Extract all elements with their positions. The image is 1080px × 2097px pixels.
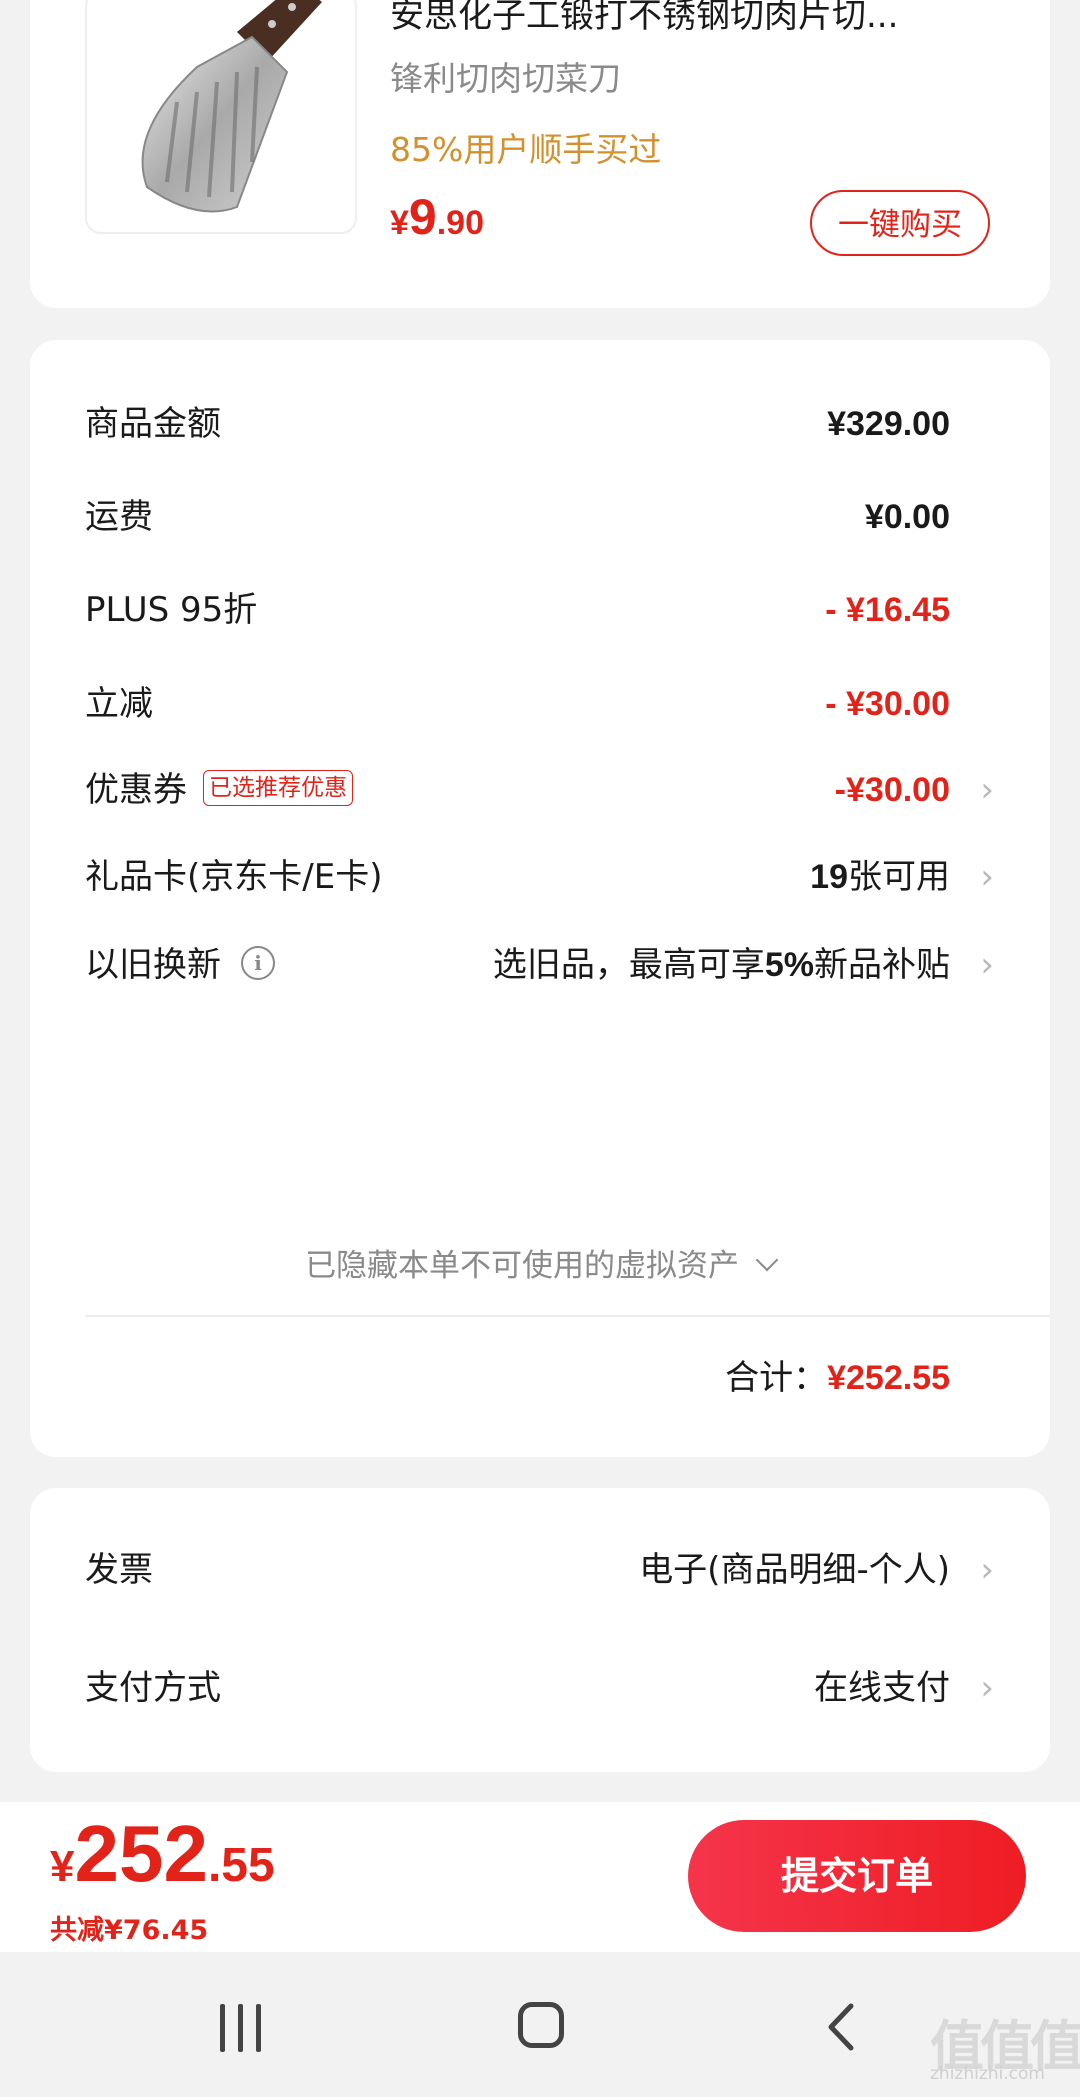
row-label: PLUS 95折 [85, 590, 258, 630]
trade-in-text-pre: 选旧品，最高可享 [492, 945, 765, 985]
system-nav-bar: 值值值 zhizhizhi.com [0, 1952, 1080, 2097]
row-value: ¥0.00 [864, 498, 950, 536]
total-value: ¥252.55 [827, 1359, 950, 1397]
product-price: ¥9.90 [390, 188, 484, 246]
row-value: 选旧品，最高可享5%新品补贴 [493, 935, 950, 995]
row-value: 电子(商品明细-个人) [639, 1550, 950, 1590]
gift-card-count: 19 [810, 858, 848, 896]
final-price-decimal: .55 [207, 1839, 275, 1892]
order-summary-card: 商品金额 ¥329.00 运费 ¥0.00 PLUS 95折 - ¥16.45 … [30, 340, 1050, 1457]
summary-row-plus-discount: PLUS 95折 - ¥16.45 [85, 580, 950, 640]
cleaver-knife-image [141, 0, 322, 213]
watermark-site: zhizhizhi.com [930, 2064, 1045, 2084]
trade-in-text-post: 新品补贴 [814, 945, 950, 985]
row-label: 立减 [85, 684, 153, 724]
chevron-right-icon: › [980, 945, 994, 985]
final-price-integer: 252 [74, 1809, 208, 1898]
row-value: 在线支付 [814, 1668, 950, 1708]
chevron-right-icon: › [980, 770, 994, 810]
row-label: 发票 [85, 1550, 153, 1590]
row-label: 优惠券 已选推荐优惠 [85, 760, 353, 820]
chevron-down-icon [755, 1248, 779, 1272]
invoice-row[interactable]: 发票 电子(商品明细-个人) › [85, 1540, 994, 1600]
row-value: - ¥30.00 [825, 685, 950, 723]
payment-method-row[interactable]: 支付方式 在线支付 › [85, 1658, 994, 1718]
recommended-coupon-badge: 已选推荐优惠 [203, 769, 353, 806]
summary-row-goods-amount: 商品金额 ¥329.00 [85, 394, 950, 454]
product-subtitle: 锋利切肉切菜刀 [390, 59, 621, 98]
row-value: ¥329.00 [827, 405, 950, 443]
checkout-bar: ¥252.55 共减¥76.45 提交订单 [0, 1802, 1080, 1952]
order-total: 合计：¥252.55 [725, 1350, 950, 1399]
trade-in-percent: 5% [764, 946, 814, 984]
invoice-payment-card: 发票 电子(商品明细-个人) › 支付方式 在线支付 › [30, 1488, 1050, 1772]
row-value: -¥30.00 [834, 771, 950, 809]
hidden-assets-toggle[interactable]: 已隐藏本单不可使用的虚拟资产 [30, 1240, 1050, 1285]
summary-row-shipping: 运费 ¥0.00 [85, 487, 950, 547]
final-price-currency: ¥ [50, 1842, 75, 1891]
row-label: 礼品卡(京东卡/E卡) [85, 857, 383, 897]
submit-order-button[interactable]: 提交订单 [688, 1820, 1026, 1932]
product-card: 安思化子工锻打不锈钢切肉片切... 锋利切肉切菜刀 85%用户顺手买过 ¥9.9… [30, 0, 1050, 308]
total-label: 合计： [725, 1358, 828, 1398]
summary-row-instant-reduction: 立减 - ¥30.00 [85, 674, 950, 734]
gift-card-count-label: 张可用 [848, 857, 950, 897]
row-label: 支付方式 [85, 1668, 221, 1708]
recent-apps-icon[interactable] [218, 2004, 264, 2052]
hidden-assets-text: 已隐藏本单不可使用的虚拟资产 [305, 1248, 740, 1284]
coupon-label: 优惠券 [85, 770, 187, 810]
chevron-right-icon: › [980, 857, 994, 897]
summary-row-trade-in[interactable]: 以旧换新 i 选旧品，最高可享5%新品补贴 › [85, 935, 994, 995]
row-label: 运费 [85, 497, 153, 537]
trade-in-label: 以旧换新 [85, 945, 221, 985]
product-title[interactable]: 安思化子工锻打不锈钢切肉片切... [390, 0, 1010, 37]
one-click-buy-button[interactable]: 一键购买 [810, 190, 990, 256]
total-saved: 共减¥76.45 [50, 1915, 209, 1946]
chevron-right-icon: › [980, 1668, 994, 1708]
home-icon[interactable] [518, 2002, 564, 2048]
row-value: - ¥16.45 [825, 591, 950, 629]
divider [85, 1315, 1050, 1317]
product-purchase-tag: 85%用户顺手买过 [390, 130, 662, 169]
price-currency: ¥ [390, 204, 409, 242]
row-label: 商品金额 [85, 404, 221, 444]
product-image[interactable] [85, 0, 357, 234]
price-integer: 9 [408, 189, 437, 245]
price-decimal: .90 [436, 204, 484, 242]
final-price: ¥252.55 [50, 1808, 275, 1900]
row-label: 以旧换新 i [85, 935, 275, 995]
info-icon[interactable]: i [241, 945, 275, 980]
chevron-right-icon: › [980, 1550, 994, 1590]
row-value: 19张可用 [810, 847, 950, 907]
summary-row-gift-card[interactable]: 礼品卡(京东卡/E卡) 19张可用 › [85, 847, 994, 907]
back-icon[interactable] [826, 2002, 856, 2056]
summary-row-coupon[interactable]: 优惠券 已选推荐优惠 -¥30.00 › [85, 760, 994, 820]
